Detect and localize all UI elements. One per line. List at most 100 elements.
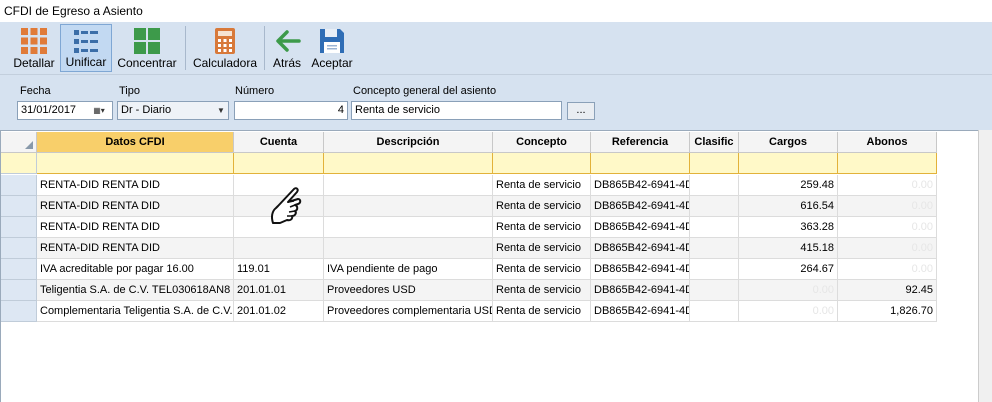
row-indicator[interactable] — [1, 217, 37, 238]
table-cell-datos-cfdi[interactable]: Teligentia S.A. de C.V. TEL030618AN8 — [37, 280, 234, 301]
table-cell-datos-cfdi[interactable]: RENTA-DID RENTA DID — [37, 175, 234, 196]
table-cell-abonos[interactable]: 92.45 — [838, 280, 937, 301]
table-cell-cuenta[interactable]: 201.01.02 — [234, 301, 324, 322]
table-cell-clasific[interactable] — [690, 301, 739, 322]
row-indicator[interactable] — [1, 280, 37, 301]
entries-grid: Datos CFDI Cuenta Descripción Concepto Refer… — [0, 130, 978, 402]
filter-cell-clasific[interactable] — [690, 153, 739, 174]
table-cell-descripcion[interactable] — [324, 238, 493, 259]
table-cell-referencia[interactable]: DB865B42-6941-4D — [591, 259, 690, 280]
row-header-corner[interactable] — [1, 132, 37, 153]
hand-pointer-cursor-icon — [271, 187, 302, 224]
table-cell-concepto[interactable]: Renta de servicio — [493, 280, 591, 301]
column-header-abonos[interactable]: Abonos — [838, 132, 937, 153]
table-cell-cargos[interactable]: 259.48 — [739, 175, 838, 196]
browse-label: ... — [576, 104, 586, 116]
table-cell-clasific[interactable] — [690, 196, 739, 217]
filter-cell-descripcion[interactable] — [324, 153, 493, 174]
table-cell-referencia[interactable]: DB865B42-6941-4D — [591, 175, 690, 196]
table-cell-cargos[interactable]: 415.18 — [739, 238, 838, 259]
table-cell-clasific[interactable] — [690, 217, 739, 238]
table-cell-datos-cfdi[interactable]: Complementaria Teligentia S.A. de C.V. T… — [37, 301, 234, 322]
row-indicator[interactable] — [1, 259, 37, 280]
column-header-cuenta[interactable]: Cuenta — [234, 132, 324, 153]
fecha-field[interactable]: 31/01/2017 ▦▾ — [17, 101, 113, 120]
atras-button[interactable]: Atrás — [268, 24, 306, 72]
table-cell-cargos[interactable]: 0.00 — [739, 280, 838, 301]
table-cell-clasific[interactable] — [690, 280, 739, 301]
filter-cell-concepto[interactable] — [493, 153, 591, 174]
filter-cell-referencia[interactable] — [591, 153, 690, 174]
table-cell-datos-cfdi[interactable]: IVA acreditable por pagar 16.00 — [37, 259, 234, 280]
column-header-concepto[interactable]: Concepto — [493, 132, 591, 153]
table-cell-abonos[interactable]: 0.00 — [838, 217, 937, 238]
vertical-scrollbar[interactable] — [978, 130, 992, 402]
table-cell-abonos[interactable]: 0.00 — [838, 259, 937, 280]
save-disk-icon — [320, 29, 344, 53]
numero-field[interactable]: 4 — [234, 101, 348, 120]
unificar-button[interactable]: Unificar — [60, 24, 112, 72]
tipo-select[interactable]: Dr - Diario ▼ — [117, 101, 229, 120]
browse-button[interactable]: ... — [567, 102, 595, 120]
calculadora-button[interactable]: Calculadora — [190, 24, 260, 72]
table-cell-descripcion[interactable] — [324, 175, 493, 196]
table-cell-clasific[interactable] — [690, 175, 739, 196]
table-cell-descripcion[interactable]: Proveedores complementaria USD — [324, 301, 493, 322]
table-cell-cuenta[interactable]: 201.01.01 — [234, 280, 324, 301]
fecha-label: Fecha — [20, 85, 51, 97]
concentrar-label: Concentrar — [117, 56, 177, 70]
concentrar-button[interactable]: Concentrar — [114, 24, 180, 72]
table-cell-referencia[interactable]: DB865B42-6941-4D — [591, 217, 690, 238]
column-header-referencia[interactable]: Referencia — [591, 132, 690, 153]
filter-cell-cargos[interactable] — [739, 153, 838, 174]
calculator-icon — [215, 28, 235, 54]
table-cell-cuenta[interactable] — [234, 238, 324, 259]
column-header-datos-cfdi[interactable]: Datos CFDI — [37, 132, 234, 153]
table-cell-abonos[interactable]: 1,826.70 — [838, 301, 937, 322]
filter-cell-abonos[interactable] — [838, 153, 937, 174]
table-cell-abonos[interactable]: 0.00 — [838, 238, 937, 259]
table-cell-referencia[interactable]: DB865B42-6941-4D — [591, 301, 690, 322]
row-indicator[interactable] — [1, 175, 37, 196]
table-cell-cargos[interactable]: 0.00 — [739, 301, 838, 322]
table-cell-referencia[interactable]: DB865B42-6941-4D — [591, 196, 690, 217]
table-cell-concepto[interactable]: Renta de servicio — [493, 217, 591, 238]
row-indicator[interactable] — [1, 301, 37, 322]
filter-cell-cuenta[interactable] — [234, 153, 324, 174]
table-cell-concepto[interactable]: Renta de servicio — [493, 259, 591, 280]
table-cell-concepto[interactable]: Renta de servicio — [493, 196, 591, 217]
table-cell-clasific[interactable] — [690, 259, 739, 280]
table-cell-referencia[interactable]: DB865B42-6941-4D — [591, 280, 690, 301]
table-cell-clasific[interactable] — [690, 238, 739, 259]
back-arrow-icon — [276, 30, 301, 52]
table-cell-datos-cfdi[interactable]: RENTA-DID RENTA DID — [37, 238, 234, 259]
concepto-field[interactable]: Renta de servicio — [351, 101, 562, 120]
table-cell-descripcion[interactable] — [324, 217, 493, 238]
table-cell-cargos[interactable]: 363.28 — [739, 217, 838, 238]
filter-cell-datos-cfdi[interactable] — [37, 153, 234, 174]
table-cell-concepto[interactable]: Renta de servicio — [493, 301, 591, 322]
column-header-clasific[interactable]: Clasific — [690, 132, 739, 153]
table-cell-cuenta[interactable]: 119.01 — [234, 259, 324, 280]
column-header-descripcion[interactable]: Descripción — [324, 132, 493, 153]
row-indicator[interactable] — [1, 196, 37, 217]
table-cell-descripcion[interactable]: Proveedores USD — [324, 280, 493, 301]
aceptar-button[interactable]: Aceptar — [308, 24, 356, 72]
chevron-down-icon[interactable]: ▼ — [214, 102, 228, 119]
table-cell-descripcion[interactable] — [324, 196, 493, 217]
table-cell-datos-cfdi[interactable]: RENTA-DID RENTA DID — [37, 196, 234, 217]
table-cell-cargos[interactable]: 264.67 — [739, 259, 838, 280]
column-header-cargos[interactable]: Cargos — [739, 132, 838, 153]
table-cell-concepto[interactable]: Renta de servicio — [493, 238, 591, 259]
table-cell-datos-cfdi[interactable]: RENTA-DID RENTA DID — [37, 217, 234, 238]
table-cell-cargos[interactable]: 616.54 — [739, 196, 838, 217]
list-unify-icon — [74, 30, 98, 53]
table-cell-referencia[interactable]: DB865B42-6941-4D — [591, 238, 690, 259]
row-indicator[interactable] — [1, 238, 37, 259]
table-cell-concepto[interactable]: Renta de servicio — [493, 175, 591, 196]
table-cell-abonos[interactable]: 0.00 — [838, 196, 937, 217]
table-cell-abonos[interactable]: 0.00 — [838, 175, 937, 196]
calendar-dropdown-icon[interactable]: ▦▾ — [86, 102, 112, 119]
detallar-button[interactable]: Detallar — [10, 24, 58, 72]
table-cell-descripcion[interactable]: IVA pendiente de pago — [324, 259, 493, 280]
